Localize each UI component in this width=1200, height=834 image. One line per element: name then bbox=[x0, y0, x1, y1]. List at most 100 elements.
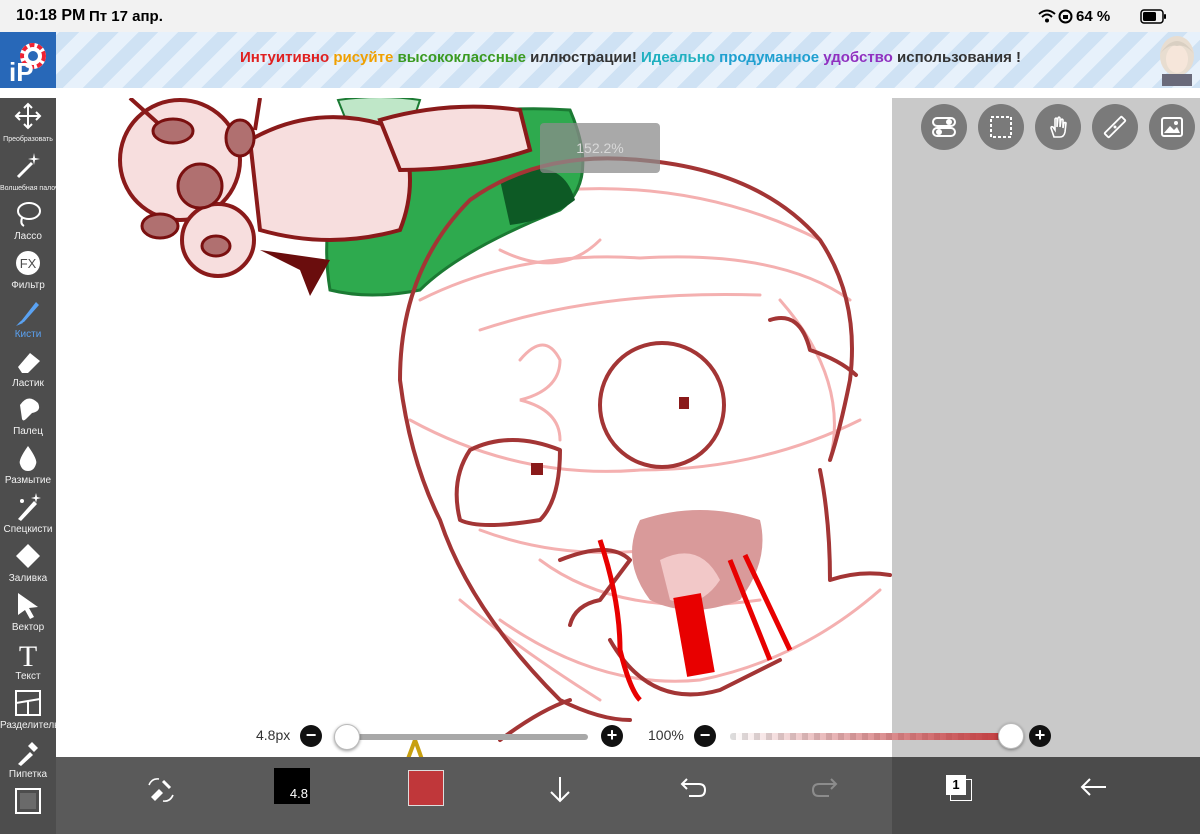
orientation-lock-icon bbox=[1058, 9, 1073, 24]
banner-text-segment: Идеально bbox=[641, 49, 720, 66]
brush-icon bbox=[14, 298, 42, 326]
brush-opacity-track[interactable] bbox=[730, 733, 1010, 740]
brush-size-slider-group: 4.8px − + bbox=[240, 722, 640, 750]
bottom-right-panel: 1 bbox=[892, 757, 1200, 834]
tool-sidebar: Преобразовать Волшебная палочка Лассо FX Фил… bbox=[0, 98, 66, 834]
tool-finger[interactable]: Палец bbox=[0, 393, 56, 442]
layers-button[interactable]: 1 bbox=[944, 773, 974, 803]
download-icon bbox=[550, 777, 570, 803]
tool-canvas[interactable] bbox=[0, 785, 56, 834]
tool-label: Волшебная палочка bbox=[0, 184, 66, 192]
move-arrows-icon bbox=[14, 102, 42, 130]
status-bar: 10:18 PM Пт 17 апр. 64 % bbox=[0, 0, 1200, 32]
tool-divider[interactable]: Разделитель bbox=[0, 687, 60, 736]
banner-text: Интуитивно рисуйте высококлассные иллюст… bbox=[240, 49, 1021, 66]
status-date: Пт 17 апр. bbox=[89, 8, 163, 25]
brush-opacity-decrease-button[interactable]: − bbox=[694, 725, 716, 747]
canvas-icon bbox=[14, 787, 42, 815]
tool-label: Лассо bbox=[14, 230, 42, 242]
zoom-indicator: 152.2% bbox=[540, 123, 660, 173]
blur-drop-icon bbox=[14, 444, 42, 472]
frame-divider-icon bbox=[14, 689, 42, 717]
color-swatch[interactable] bbox=[408, 770, 444, 806]
tool-transform[interactable]: Преобразовать bbox=[0, 100, 56, 149]
tool-label: Вектор bbox=[11, 622, 45, 633]
hand-button[interactable] bbox=[1035, 104, 1081, 150]
eraser-icon bbox=[14, 347, 42, 375]
tool-label: Текст bbox=[15, 670, 41, 682]
tool-label: Пипетка bbox=[8, 768, 48, 780]
brush-opacity-thumb[interactable] bbox=[998, 723, 1024, 749]
tool-label: Спецкисти bbox=[3, 524, 53, 536]
image-icon bbox=[1161, 117, 1183, 137]
ruler-icon bbox=[1103, 115, 1127, 139]
layers-icon: 1 bbox=[946, 775, 966, 795]
drawing-canvas[interactable] bbox=[56, 98, 892, 757]
artwork bbox=[118, 98, 892, 757]
brush-size-increase-button[interactable]: + bbox=[601, 725, 623, 747]
tool-brush[interactable]: Кисти bbox=[0, 296, 56, 345]
brush-opacity-slider-group: 100% − + bbox=[640, 722, 1060, 750]
brush-opacity-increase-button[interactable]: + bbox=[1029, 725, 1051, 747]
tool-vector[interactable]: Вектор bbox=[0, 589, 56, 638]
undo-button[interactable] bbox=[676, 757, 710, 834]
svg-text:FX: FX bbox=[20, 256, 37, 271]
banner-text-segment: рисуйте bbox=[333, 49, 398, 66]
download-button[interactable] bbox=[544, 757, 574, 834]
canvas-gray-area bbox=[892, 98, 1200, 757]
wifi-icon bbox=[1038, 9, 1056, 23]
tool-special-brush[interactable]: Спецкисти bbox=[0, 491, 56, 540]
banner-text-segment: иллюстрации! bbox=[530, 49, 642, 66]
tool-blur[interactable]: Размытие bbox=[0, 442, 56, 491]
tool-eyedropper[interactable]: Пипетка bbox=[0, 736, 56, 785]
text-t-icon: T bbox=[14, 640, 42, 673]
tool-label: Кисти bbox=[14, 328, 42, 340]
battery-icon bbox=[1140, 9, 1166, 24]
promo-banner[interactable]: iP Интуитивно рисуйте высококлассные илл… bbox=[0, 32, 1200, 88]
tool-filter[interactable]: FX Фильтр bbox=[0, 247, 56, 296]
brush-size-preview[interactable]: 4.8 bbox=[274, 768, 310, 804]
brush-eraser-swap-button[interactable] bbox=[136, 757, 184, 834]
tool-label: Преобразовать bbox=[3, 136, 53, 143]
selection-button[interactable] bbox=[978, 104, 1024, 150]
brush-size-thumb[interactable] bbox=[334, 724, 360, 750]
tool-label: Заливка bbox=[8, 573, 48, 585]
toggle-icon bbox=[932, 117, 956, 137]
reference-image-button[interactable] bbox=[1149, 104, 1195, 150]
brush-size-decrease-button[interactable]: − bbox=[300, 725, 322, 747]
lasso-icon bbox=[14, 200, 42, 228]
tool-lasso[interactable]: Лассо bbox=[0, 198, 56, 247]
banner-character-avatar bbox=[1156, 34, 1198, 86]
magic-wand-icon bbox=[14, 151, 42, 179]
tool-text[interactable]: T Текст bbox=[0, 638, 56, 687]
tool-magic-wand[interactable]: Волшебная палочка bbox=[0, 149, 66, 198]
redo-icon bbox=[811, 778, 838, 797]
brush-size-track[interactable] bbox=[348, 734, 588, 740]
brush-eraser-swap-icon bbox=[148, 778, 174, 802]
tool-eraser[interactable]: Ластик bbox=[0, 345, 56, 394]
tool-fill[interactable]: Заливка bbox=[0, 540, 56, 589]
status-right: 64 % bbox=[1038, 8, 1178, 26]
ibispaint-logo: iP bbox=[0, 32, 56, 88]
fill-bucket-icon bbox=[14, 542, 42, 570]
undo-icon bbox=[680, 778, 707, 797]
banner-text-segment: высококлассные bbox=[397, 49, 531, 66]
eyedropper-icon bbox=[14, 738, 42, 766]
tool-label: Разделитель bbox=[0, 719, 60, 731]
hand-icon bbox=[1050, 116, 1067, 138]
svg-text:T: T bbox=[19, 640, 37, 668]
brush-size-badge: 4.8 bbox=[289, 786, 308, 801]
battery-percent: 64 % bbox=[1076, 8, 1111, 25]
redo-button[interactable] bbox=[808, 757, 842, 834]
brush-opacity-label: 100% bbox=[648, 727, 684, 743]
finger-smudge-icon bbox=[14, 395, 42, 423]
tool-label: Палец bbox=[13, 426, 43, 438]
tool-label: Размытие bbox=[4, 475, 52, 487]
back-arrow-icon[interactable] bbox=[1080, 777, 1108, 797]
brush-size-label: 4.8px bbox=[256, 727, 291, 743]
toggle-button[interactable] bbox=[921, 104, 967, 150]
banner-text-segment: использования ! bbox=[897, 49, 1021, 66]
fx-icon: FX bbox=[14, 249, 42, 277]
tool-label: Фильтр bbox=[11, 279, 45, 291]
ruler-button[interactable] bbox=[1092, 104, 1138, 150]
